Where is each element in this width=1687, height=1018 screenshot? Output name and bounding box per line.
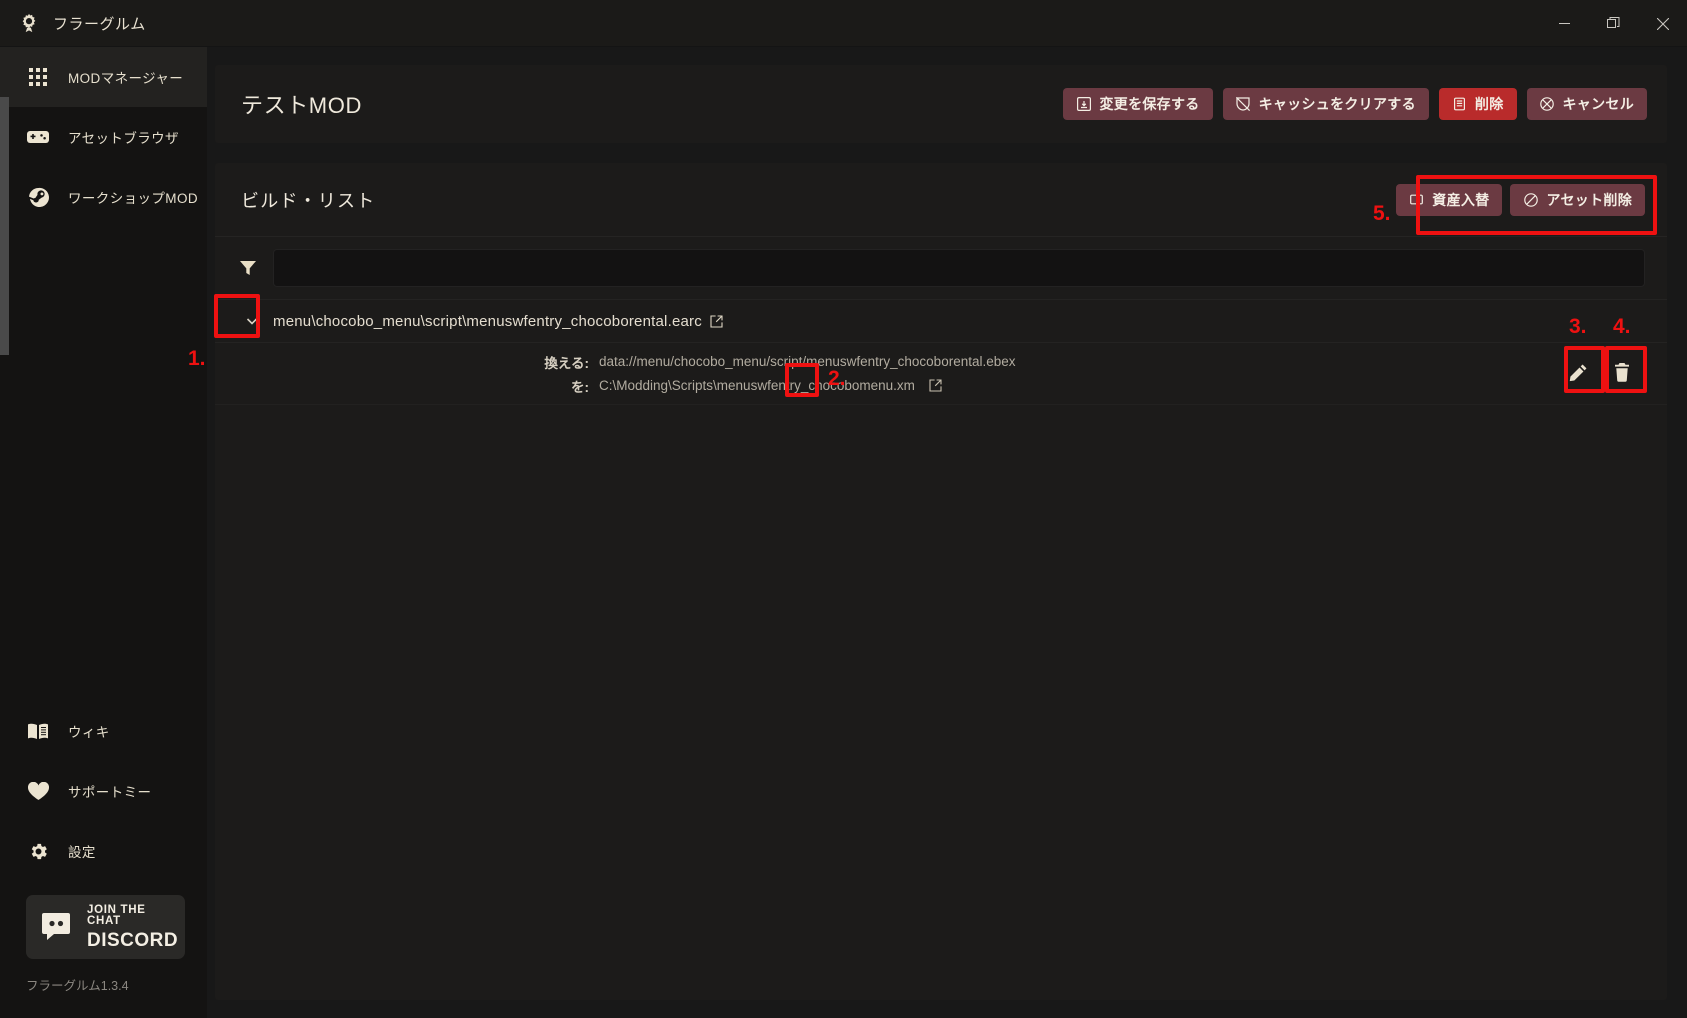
row-actions: [1563, 359, 1655, 389]
main-content: テストMOD 変更を保存する キャッシュをクリアする 削除 キャンセル ビルド・…: [207, 47, 1687, 1018]
filter-icon: [237, 259, 259, 277]
app-gear-logo-icon: [18, 12, 40, 34]
swap-asset-button[interactable]: 資産入替: [1396, 183, 1503, 216]
replace-target-line: を: C:\Modding\Scripts\menuswfentry_choco…: [527, 376, 1016, 396]
trash-icon: [1452, 97, 1467, 112]
maximize-restore-icon[interactable]: [1589, 0, 1638, 47]
sidebar-item-label: 設定: [68, 845, 96, 860]
no-entry-icon: [1523, 192, 1538, 207]
book-icon: [26, 719, 50, 743]
sidebar-item-asset-browser[interactable]: アセットブラウザ: [0, 107, 207, 167]
sidebar-item-support-me[interactable]: サポートミー: [0, 761, 207, 821]
replace-source-key: 換える:: [544, 355, 589, 371]
replace-mapping: 換える: data://menu/chocobo_menu/script/men…: [527, 352, 1016, 396]
swap-square-icon: [1409, 192, 1424, 207]
replace-source-line: 換える: data://menu/chocobo_menu/script/men…: [527, 352, 1016, 372]
delete-mod-button[interactable]: 削除: [1438, 88, 1517, 120]
external-link-icon[interactable]: [929, 379, 942, 392]
discord-line2: DISCORD: [87, 929, 179, 951]
edit-entry-button[interactable]: [1563, 359, 1593, 389]
filter-row: [215, 237, 1667, 299]
asset-actions: 資産入替 アセット削除: [1396, 183, 1645, 216]
delete-entry-button[interactable]: [1607, 359, 1637, 389]
button-label: アセット削除: [1546, 191, 1632, 208]
sidebar-item-label: MODマネージャー: [68, 71, 184, 86]
app-version-label: フラーグルム1.3.4: [26, 979, 129, 993]
save-changes-button[interactable]: 変更を保存する: [1063, 88, 1213, 120]
minimize-icon[interactable]: [1540, 0, 1589, 47]
pencil-icon: [1569, 363, 1588, 385]
header-actions: 変更を保存する キャッシュをクリアする 削除 キャンセル: [1063, 88, 1647, 120]
build-entry-row[interactable]: menu\chocobo_menu\script\menuswfentry_ch…: [215, 299, 1667, 343]
trash-icon: [1613, 362, 1631, 385]
button-label: 削除: [1474, 96, 1504, 112]
steam-icon: [26, 185, 50, 209]
sidebar-secondary-nav: ウィキ サポートミー 設定 JOIN THE CHAT DISCORD フラーグ…: [0, 701, 207, 1018]
sidebar: MODマネージャー アセットブラウザ ワークショップMOD ウィキ サポートミー…: [0, 47, 207, 1018]
sidebar-item-mod-manager[interactable]: MODマネージャー: [0, 47, 207, 107]
sidebar-item-workshop-mods[interactable]: ワークショップMOD: [0, 167, 207, 227]
build-list-panel: ビルド・リスト 資産入替 アセット削除 menu\chocobo_menu\sc…: [215, 163, 1667, 1000]
discord-labels: JOIN THE CHAT DISCORD: [87, 903, 179, 951]
title-bar-left: フラーグルム: [0, 12, 146, 34]
build-list-header: ビルド・リスト 資産入替 アセット削除: [215, 163, 1667, 237]
button-label: キャッシュをクリアする: [1258, 96, 1416, 112]
window-body: MODマネージャー アセットブラウザ ワークショップMOD ウィキ サポートミー…: [0, 47, 1687, 1018]
sidebar-item-label: ウィキ: [68, 725, 110, 740]
sidebar-item-label: アセットブラウザ: [68, 131, 179, 146]
discord-line1: JOIN THE CHAT: [87, 903, 146, 927]
clear-cache-icon: [1236, 97, 1251, 112]
clear-cache-button[interactable]: キャッシュをクリアする: [1222, 88, 1429, 120]
page-title: テストMOD: [241, 93, 362, 118]
build-entry-detail-row: 換える: data://menu/chocobo_menu/script/men…: [215, 343, 1667, 405]
mod-header-panel: テストMOD 変更を保存する キャッシュをクリアする 削除 キャンセル: [215, 65, 1667, 143]
replace-target-value: C:\Modding\Scripts\menuswfentry_chocobom…: [599, 378, 915, 393]
sidebar-scrollbar-thumb[interactable]: [0, 97, 9, 355]
replace-target-key: を:: [571, 379, 589, 395]
remove-asset-button[interactable]: アセット削除: [1510, 183, 1645, 216]
build-entry-path: menu\chocobo_menu\script\menuswfentry_ch…: [273, 312, 702, 330]
gamepad-icon: [26, 125, 50, 149]
sidebar-item-label: ワークショップMOD: [68, 191, 198, 206]
heart-icon: [26, 779, 50, 803]
grid-icon: [26, 65, 50, 89]
sidebar-primary-nav: MODマネージャー アセットブラウザ ワークショップMOD: [0, 47, 207, 227]
title-bar: フラーグルム: [0, 0, 1687, 47]
filter-input[interactable]: [273, 249, 1645, 287]
external-link-icon[interactable]: [710, 314, 723, 328]
app-title: フラーグルム: [53, 15, 146, 33]
button-label: キャンセル: [1562, 96, 1634, 112]
replace-source-value: data://menu/chocobo_menu/script/menuswfe…: [599, 354, 1016, 369]
application-window: フラーグルム MODマネージャー アセットブラウザ ワークショップMOD ウィキ…: [0, 0, 1687, 1018]
sidebar-scrollbar[interactable]: [0, 47, 9, 1018]
button-label: 資産入替: [1432, 191, 1490, 208]
sidebar-item-wiki[interactable]: ウィキ: [0, 701, 207, 761]
cancel-circle-icon: [1540, 97, 1555, 112]
discord-icon: [40, 909, 76, 945]
window-controls: [1540, 0, 1687, 47]
save-icon: [1076, 97, 1091, 112]
close-icon[interactable]: [1638, 0, 1687, 47]
discord-join-button[interactable]: JOIN THE CHAT DISCORD: [26, 895, 185, 959]
chevron-down-icon[interactable]: [237, 307, 267, 335]
sidebar-item-settings[interactable]: 設定: [0, 821, 207, 881]
gear-icon: [26, 839, 50, 863]
button-label: 変更を保存する: [1099, 96, 1200, 112]
sidebar-item-label: サポートミー: [68, 785, 152, 800]
build-list-title: ビルド・リスト: [241, 190, 376, 211]
cancel-button[interactable]: キャンセル: [1526, 88, 1647, 120]
